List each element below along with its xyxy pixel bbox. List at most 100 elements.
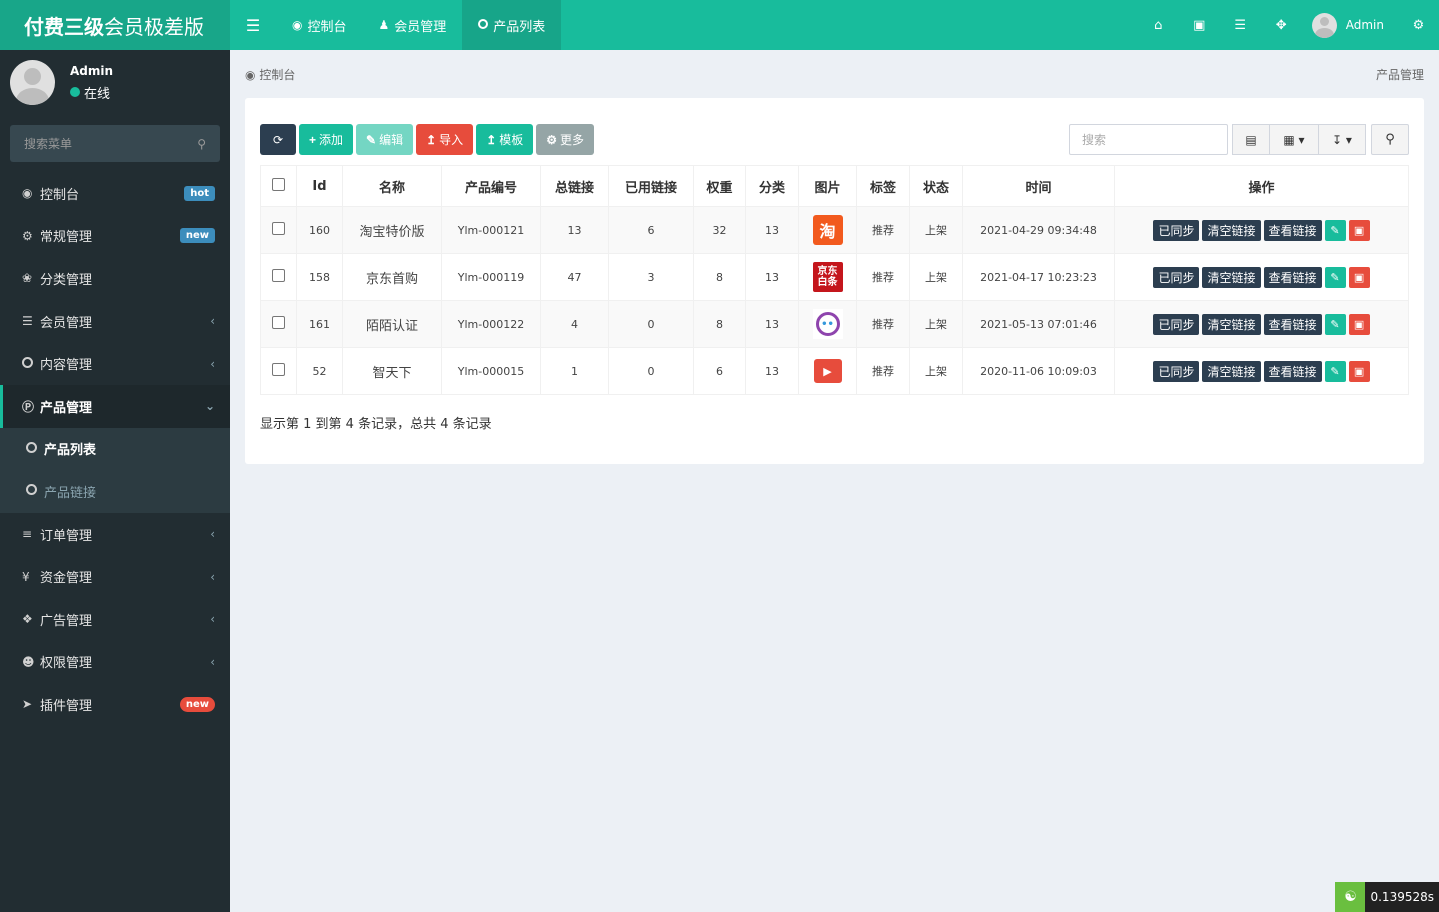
cell-code: Ylm-000119 <box>441 253 541 301</box>
debug-timer[interactable]: ☯ 0.139528s <box>1335 882 1439 912</box>
cell-weight: 8 <box>693 300 746 348</box>
sidebar-item-label: 控制台 <box>40 187 80 203</box>
col-header[interactable]: 总链接 <box>540 165 609 207</box>
synced-button[interactable]: 已同步 <box>1153 360 1200 382</box>
clear-links-button[interactable]: 清空链接 <box>1202 313 1261 335</box>
row-checkbox[interactable] <box>272 269 285 282</box>
sidebar-item-members[interactable]: ☰ 会员管理 ‹ <box>0 300 230 343</box>
table-search-input[interactable]: 搜索 <box>1069 124 1228 155</box>
col-header[interactable]: 状态 <box>909 165 963 207</box>
momo-logo-icon[interactable]: •• <box>812 309 843 339</box>
product-panel: ⟳ + 添加 ✎ 编辑 ↥ 导入 ↥ 模板 ⚙ 更多 搜索 ▤ ▦ ▾ ↧ ▾ ⚲ Id … <box>245 98 1424 464</box>
tab-product-list[interactable]: 产品列表 <box>462 0 562 50</box>
cell-name: 京东首购 <box>342 253 442 301</box>
cell-status[interactable]: 上架 <box>909 253 963 301</box>
sidebar-item-plugins[interactable]: ➤ 插件管理 new <box>0 683 230 726</box>
clear-links-button[interactable]: 清空链接 <box>1202 266 1261 288</box>
sidebar-item-products[interactable]: Ⓟ 产品管理 ⌄ <box>0 384 230 428</box>
cell-status[interactable]: 上架 <box>909 347 963 395</box>
col-header[interactable]: 已用链接 <box>608 165 694 207</box>
row-checkbox[interactable] <box>272 222 285 235</box>
search-icon: ⚲ <box>1385 132 1395 147</box>
table-row[interactable]: 158 京东首购 Ylm-000119 47 3 8 13 京东 白条 推荐 上架… <box>260 253 1409 301</box>
menu-search-input[interactable]: 搜索菜单 ⚲ <box>10 125 220 162</box>
gear-icon[interactable]: ⚙ <box>1398 18 1439 33</box>
cell-status[interactable]: 上架 <box>909 300 963 348</box>
sidebar-item-category[interactable]: ❀ 分类管理 <box>0 257 230 300</box>
table-row[interactable]: 161 陌陌认证 Ylm-000122 4 0 8 13 •• 推荐 上架 20… <box>260 300 1409 348</box>
toggle-view-button[interactable]: ▤ <box>1232 124 1270 155</box>
sidebar-item-dashboard[interactable]: ◉ 控制台 hot <box>0 172 230 215</box>
synced-button[interactable]: 已同步 <box>1153 266 1200 288</box>
sidebar-item-orders[interactable]: ≡ 订单管理 ‹ <box>0 513 230 556</box>
edit-row-button[interactable]: ✎ <box>1324 266 1346 288</box>
col-header[interactable]: 图片 <box>798 165 857 207</box>
col-header[interactable]: 标签 <box>856 165 910 207</box>
clear-links-button[interactable]: 清空链接 <box>1202 360 1261 382</box>
row-checkbox[interactable] <box>272 363 285 376</box>
online-dot-icon <box>70 87 80 97</box>
trash-icon[interactable]: ▣ <box>1179 18 1220 33</box>
jd-baitiao-logo-icon[interactable]: 京东 白条 <box>812 262 843 292</box>
export-icon: ↧ ▾ <box>1332 132 1352 147</box>
sidebar-item-ads[interactable]: ❖ 广告管理 ‹ <box>0 598 230 641</box>
toolbar: ⟳ + 添加 ✎ 编辑 ↥ 导入 ↥ 模板 ⚙ 更多 <box>260 124 595 155</box>
cell-id: 52 <box>296 347 343 395</box>
template-button[interactable]: ↥ 模板 <box>476 124 534 155</box>
sidebar-item-content[interactable]: 内容管理 ‹ <box>0 342 230 385</box>
breadcrumb[interactable]: ◉ 控制台 <box>245 66 295 83</box>
col-header[interactable]: 分类 <box>745 165 799 207</box>
fullscreen-icon[interactable]: ✥ <box>1261 18 1302 33</box>
sidebar-item-product-list[interactable]: 产品列表 <box>0 427 230 471</box>
sidebar-item-permissions[interactable]: ☻ 权限管理 ‹ <box>0 641 230 684</box>
clear-links-button[interactable]: 清空链接 <box>1202 219 1261 241</box>
synced-button[interactable]: 已同步 <box>1153 219 1200 241</box>
advanced-search-button[interactable]: ⚲ <box>1371 124 1409 155</box>
table-row[interactable]: 160 淘宝特价版 Ylm-000121 13 6 32 13 淘 推荐 上架 … <box>260 206 1409 254</box>
delete-row-button[interactable]: ▣ <box>1348 313 1370 335</box>
col-header[interactable]: 权重 <box>693 165 746 207</box>
video-play-logo-icon[interactable]: ▶ <box>812 356 843 386</box>
view-links-button[interactable]: 查看链接 <box>1263 266 1322 288</box>
table-row[interactable]: 52 智天下 Ylm-000015 1 0 6 13 ▶ 推荐 上架 2020-… <box>260 347 1409 395</box>
col-header[interactable]: 时间 <box>962 165 1115 207</box>
cell-code: Ylm-000121 <box>441 206 541 254</box>
view-links-button[interactable]: 查看链接 <box>1263 360 1322 382</box>
tab-members[interactable]: ♟ 会员管理 <box>363 0 463 50</box>
export-button[interactable]: ↧ ▾ <box>1318 124 1366 155</box>
home-icon[interactable]: ⌂ <box>1138 18 1179 33</box>
add-button[interactable]: + 添加 <box>299 124 354 155</box>
delete-row-button[interactable]: ▣ <box>1348 360 1370 382</box>
cell-status[interactable]: 上架 <box>909 206 963 254</box>
select-all-checkbox[interactable] <box>272 177 285 191</box>
col-header[interactable]: 产品编号 <box>441 165 541 207</box>
brand-logo[interactable]: 付费三级 会员极差版 <box>0 0 230 50</box>
sidebar-item-funds[interactable]: ¥ 资金管理 ‹ <box>0 555 230 598</box>
view-links-button[interactable]: 查看链接 <box>1263 219 1322 241</box>
delete-row-button[interactable]: ▣ <box>1348 219 1370 241</box>
navbar-user-menu[interactable]: Admin <box>1302 12 1398 38</box>
sidebar-item-product-links[interactable]: 产品链接 <box>0 470 230 513</box>
language-icon[interactable]: ☰ <box>1220 18 1261 33</box>
sidebar-item-label: 订单管理 <box>40 528 93 544</box>
edit-row-button[interactable]: ✎ <box>1324 313 1346 335</box>
sidebar-item-general[interactable]: ⚙ 常规管理 new <box>0 215 230 258</box>
import-button[interactable]: ↥ 导入 <box>416 124 474 155</box>
delete-row-button[interactable]: ▣ <box>1348 266 1370 288</box>
edit-row-button[interactable]: ✎ <box>1324 219 1346 241</box>
col-header[interactable]: Id <box>296 165 343 207</box>
taobao-logo-icon[interactable]: 淘 <box>812 215 843 245</box>
refresh-button[interactable]: ⟳ <box>260 124 296 155</box>
columns-button[interactable]: ▦ ▾ <box>1269 124 1319 155</box>
col-header[interactable]: 名称 <box>342 165 442 207</box>
cell-tag: 推荐 <box>856 206 910 254</box>
synced-button[interactable]: 已同步 <box>1153 313 1200 335</box>
view-links-button[interactable]: 查看链接 <box>1263 313 1322 335</box>
edit-button[interactable]: ✎ 编辑 <box>356 124 414 155</box>
tab-dashboard[interactable]: ◉ 控制台 <box>276 0 363 50</box>
select-all-cell[interactable] <box>260 165 297 207</box>
row-checkbox[interactable] <box>272 316 285 329</box>
more-button[interactable]: ⚙ 更多 <box>536 124 595 155</box>
menu-toggle-icon[interactable]: ☰ <box>230 16 276 35</box>
edit-row-button[interactable]: ✎ <box>1324 360 1346 382</box>
